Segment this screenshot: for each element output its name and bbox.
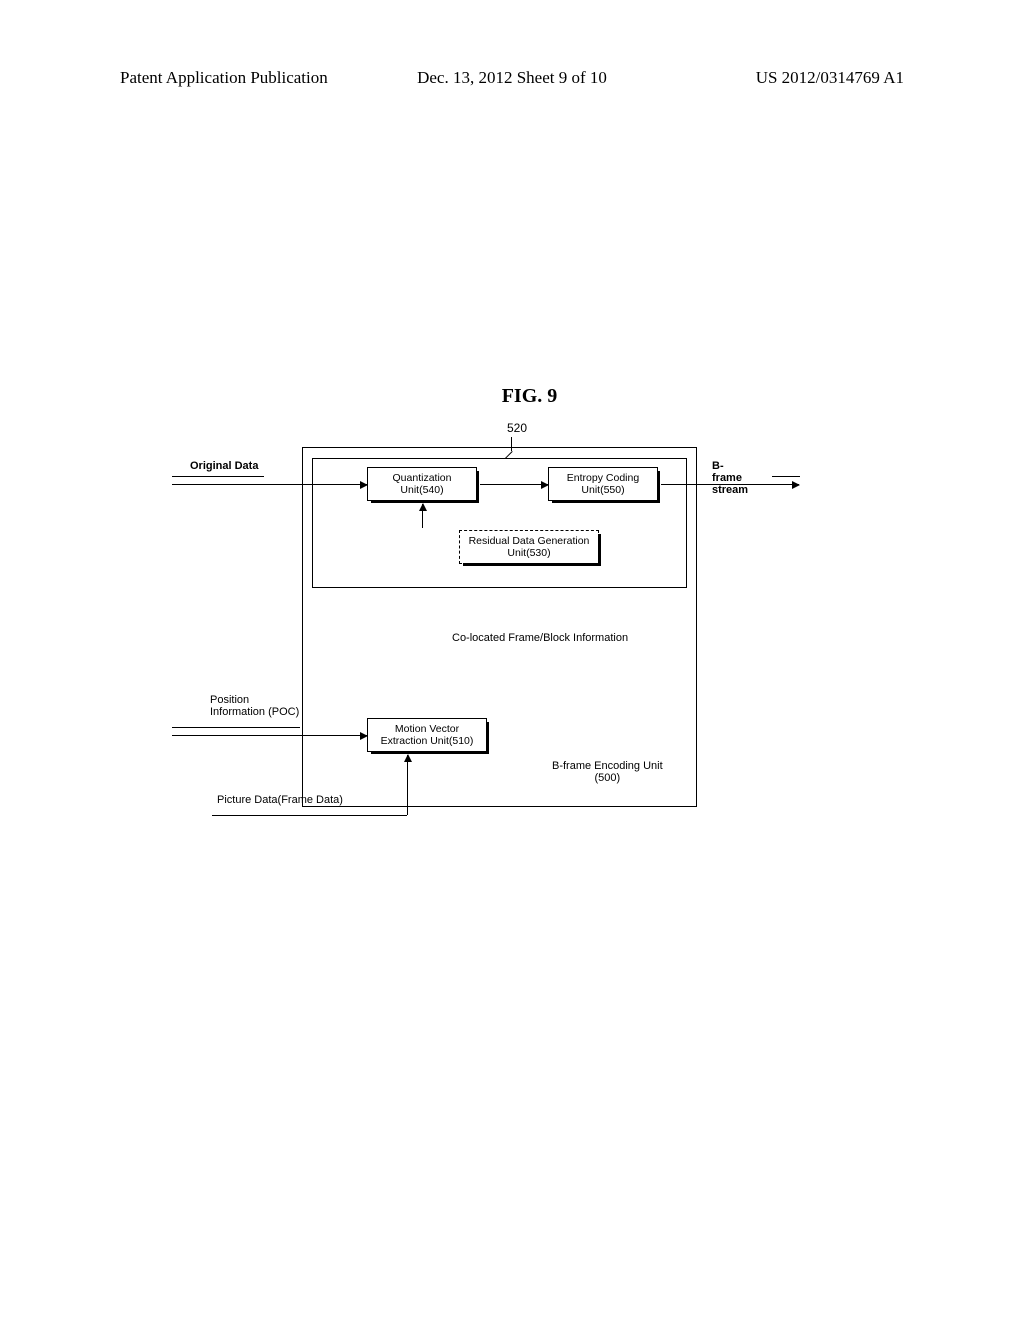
- bframe-encoding-unit-label: B-frame Encoding Unit (500): [552, 760, 663, 784]
- quantization-unit-block: Quantization Unit(540): [367, 467, 477, 501]
- ref-number-520: 520: [507, 421, 527, 435]
- entropy-coding-unit-label: Entropy Coding Unit(550): [549, 468, 657, 500]
- figure-9: FIG. 9 520 Quantization Unit(540) Entrop…: [172, 385, 732, 862]
- block-shadow-icon: [657, 471, 660, 503]
- quantization-unit-label: Quantization Unit(540): [368, 468, 476, 500]
- figure-title: FIG. 9: [327, 385, 732, 408]
- header-middle: Dec. 13, 2012 Sheet 9 of 10: [417, 68, 607, 88]
- original-data-label: Original Data: [190, 460, 258, 472]
- header-right: US 2012/0314769 A1: [756, 68, 904, 88]
- position-info-label: Position Information (POC): [210, 694, 299, 718]
- motion-vector-label: Motion Vector Extraction Unit(510): [368, 719, 486, 751]
- underline-icon: [172, 476, 264, 477]
- residual-data-generation-unit-block: Residual Data Generation Unit(530): [459, 530, 599, 564]
- arrow-icon: [422, 504, 423, 528]
- header-left: Patent Application Publication: [120, 68, 328, 88]
- bframe-stream-label: B-frame stream: [712, 460, 748, 496]
- block-shadow-icon: [476, 471, 479, 503]
- connector-line-icon: [212, 815, 407, 816]
- underline-icon: [172, 727, 300, 728]
- arrow-icon: [480, 484, 548, 485]
- page-header: Patent Application Publication Dec. 13, …: [120, 68, 904, 88]
- arrow-icon: [661, 484, 799, 485]
- block-shadow-icon: [598, 534, 601, 566]
- motion-vector-extraction-unit-block: Motion Vector Extraction Unit(510): [367, 718, 487, 752]
- block-shadow-icon: [552, 500, 660, 503]
- block-shadow-icon: [486, 722, 489, 754]
- block-shadow-icon: [371, 751, 489, 754]
- block-diagram: 520 Quantization Unit(540) Entropy Codin…: [172, 422, 732, 862]
- arrow-icon: [172, 735, 367, 736]
- entropy-coding-unit-block: Entropy Coding Unit(550): [548, 467, 658, 501]
- arrow-icon: [172, 484, 367, 485]
- residual-data-label: Residual Data Generation Unit(530): [460, 531, 598, 563]
- arrow-icon: [407, 755, 408, 815]
- underline-icon: [772, 476, 800, 477]
- block-shadow-icon: [463, 563, 601, 566]
- colocated-info-label: Co-located Frame/Block Information: [452, 632, 628, 644]
- picture-data-label: Picture Data(Frame Data): [217, 794, 343, 806]
